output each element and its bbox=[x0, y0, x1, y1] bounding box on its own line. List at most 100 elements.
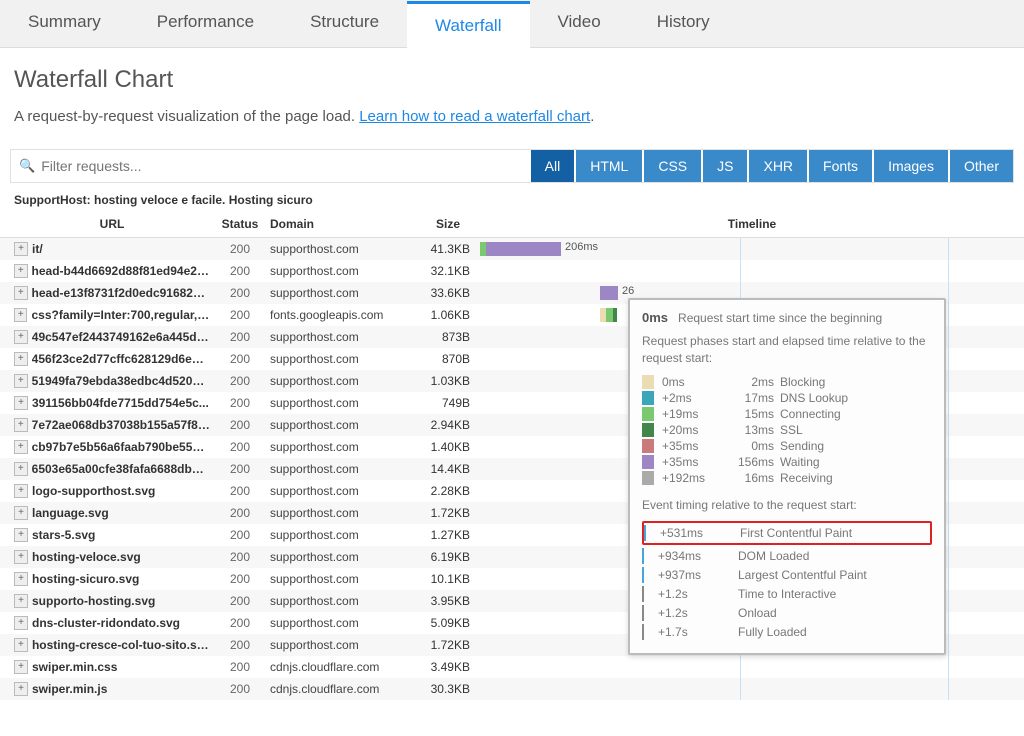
size-cell: 30.3KB bbox=[410, 682, 480, 696]
domain-cell: supporthost.com bbox=[270, 286, 410, 300]
domain-cell: supporthost.com bbox=[270, 374, 410, 388]
grid-header: URL Status Domain Size Timeline bbox=[0, 211, 1024, 238]
expand-icon[interactable]: + bbox=[14, 330, 28, 344]
event-time: +934ms bbox=[658, 549, 738, 563]
event-row: +1.2sTime to Interactive bbox=[642, 586, 932, 602]
filter-input[interactable] bbox=[41, 158, 520, 174]
size-cell: 1.72KB bbox=[410, 506, 480, 520]
phase-offset: +19ms bbox=[662, 407, 732, 421]
expand-icon[interactable]: + bbox=[14, 660, 28, 674]
expand-icon[interactable]: + bbox=[14, 396, 28, 410]
expand-icon[interactable]: + bbox=[14, 242, 28, 256]
url-text: 391156bb04fde7715dd754e5c... bbox=[32, 396, 209, 410]
expand-icon[interactable]: + bbox=[14, 682, 28, 696]
phase-duration: 0ms bbox=[732, 439, 780, 453]
col-size[interactable]: Size bbox=[410, 217, 480, 231]
tab-video[interactable]: Video bbox=[530, 0, 629, 47]
col-url[interactable]: URL bbox=[0, 217, 210, 231]
tab-performance[interactable]: Performance bbox=[129, 0, 282, 47]
status-cell: 200 bbox=[210, 616, 270, 630]
expand-icon[interactable]: + bbox=[14, 550, 28, 564]
timeline-marker bbox=[948, 238, 949, 700]
col-status[interactable]: Status bbox=[210, 217, 270, 231]
phase-swatch bbox=[642, 423, 654, 437]
status-cell: 200 bbox=[210, 638, 270, 652]
filter-all[interactable]: All bbox=[529, 150, 575, 182]
event-row: +937msLargest Contentful Paint bbox=[642, 567, 932, 583]
size-cell: 873B bbox=[410, 330, 480, 344]
expand-icon[interactable]: + bbox=[14, 308, 27, 322]
tab-history[interactable]: History bbox=[629, 0, 738, 47]
url-text: head-e13f8731f2d0edc916822b... bbox=[32, 286, 210, 300]
status-cell: 200 bbox=[210, 264, 270, 278]
expand-icon[interactable]: + bbox=[14, 440, 28, 454]
timing-bar bbox=[606, 308, 613, 322]
table-row[interactable]: +it/200supporthost.com41.3KB206ms bbox=[0, 238, 1024, 260]
page-title: Waterfall Chart bbox=[14, 66, 1010, 94]
status-cell: 200 bbox=[210, 352, 270, 366]
expand-icon[interactable]: + bbox=[14, 638, 28, 652]
timeline-cell bbox=[480, 656, 1024, 678]
filter-input-wrap[interactable]: 🔍 bbox=[11, 150, 529, 182]
url-text: 51949fa79ebda38edbc4d5209c... bbox=[32, 374, 210, 388]
event-row: +531msFirst Contentful Paint bbox=[642, 521, 932, 545]
expand-icon[interactable]: + bbox=[14, 462, 28, 476]
filter-bar: 🔍 AllHTMLCSSJSXHRFontsImagesOther bbox=[10, 149, 1014, 183]
table-row[interactable]: +head-b44d6692d88f81ed94e26f...200suppor… bbox=[0, 260, 1024, 282]
phase-swatch bbox=[642, 375, 654, 389]
filter-html[interactable]: HTML bbox=[574, 150, 642, 182]
expand-icon[interactable]: + bbox=[14, 616, 28, 630]
status-cell: 200 bbox=[210, 484, 270, 498]
phase-row: +192ms16msReceiving bbox=[642, 471, 932, 485]
status-cell: 200 bbox=[210, 440, 270, 454]
phase-swatch bbox=[642, 455, 654, 469]
expand-icon[interactable]: + bbox=[14, 506, 28, 520]
learn-link[interactable]: Learn how to read a waterfall chart bbox=[359, 108, 590, 125]
phase-row: +19ms15msConnecting bbox=[642, 407, 932, 421]
status-cell: 200 bbox=[210, 506, 270, 520]
tooltip-events-label: Event timing relative to the request sta… bbox=[642, 497, 932, 514]
filter-fonts[interactable]: Fonts bbox=[807, 150, 872, 182]
url-text: language.svg bbox=[32, 506, 109, 520]
status-cell: 200 bbox=[210, 572, 270, 586]
tab-waterfall[interactable]: Waterfall bbox=[407, 1, 529, 48]
status-cell: 200 bbox=[210, 308, 270, 322]
status-cell: 200 bbox=[210, 462, 270, 476]
event-name: DOM Loaded bbox=[738, 549, 809, 563]
expand-icon[interactable]: + bbox=[14, 594, 28, 608]
filter-css[interactable]: CSS bbox=[642, 150, 701, 182]
timeline-cell: 206ms bbox=[480, 238, 1024, 260]
expand-icon[interactable]: + bbox=[14, 484, 28, 498]
status-cell: 200 bbox=[210, 286, 270, 300]
event-row: +934msDOM Loaded bbox=[642, 548, 932, 564]
url-text: head-b44d6692d88f81ed94e26f... bbox=[32, 264, 210, 278]
expand-icon[interactable]: + bbox=[14, 572, 28, 586]
table-row[interactable]: +swiper.min.js200cdnjs.cloudflare.com30.… bbox=[0, 678, 1024, 700]
expand-icon[interactable]: + bbox=[14, 374, 28, 388]
url-text: hosting-sicuro.svg bbox=[32, 572, 139, 586]
timing-label: 206ms bbox=[565, 241, 598, 253]
filter-js[interactable]: JS bbox=[701, 150, 747, 182]
filter-images[interactable]: Images bbox=[872, 150, 948, 182]
tab-structure[interactable]: Structure bbox=[282, 0, 407, 47]
expand-icon[interactable]: + bbox=[14, 418, 28, 432]
domain-cell: supporthost.com bbox=[270, 440, 410, 454]
domain-cell: supporthost.com bbox=[270, 528, 410, 542]
table-row[interactable]: +swiper.min.css200cdnjs.cloudflare.com3.… bbox=[0, 656, 1024, 678]
filter-other[interactable]: Other bbox=[948, 150, 1013, 182]
size-cell: 33.6KB bbox=[410, 286, 480, 300]
size-cell: 6.19KB bbox=[410, 550, 480, 564]
url-text: hosting-cresce-col-tuo-sito.svg bbox=[32, 638, 210, 652]
expand-icon[interactable]: + bbox=[14, 352, 28, 366]
col-timeline[interactable]: Timeline bbox=[480, 217, 1024, 231]
col-domain[interactable]: Domain bbox=[270, 217, 410, 231]
tooltip-phases-label: Request phases start and elapsed time re… bbox=[642, 333, 932, 367]
expand-icon[interactable]: + bbox=[14, 286, 28, 300]
domain-cell: supporthost.com bbox=[270, 418, 410, 432]
expand-icon[interactable]: + bbox=[14, 264, 28, 278]
url-text: dns-cluster-ridondato.svg bbox=[32, 616, 180, 630]
expand-icon[interactable]: + bbox=[14, 528, 28, 542]
tab-summary[interactable]: Summary bbox=[0, 0, 129, 47]
filter-xhr[interactable]: XHR bbox=[747, 150, 807, 182]
timeline-cell bbox=[480, 678, 1024, 700]
